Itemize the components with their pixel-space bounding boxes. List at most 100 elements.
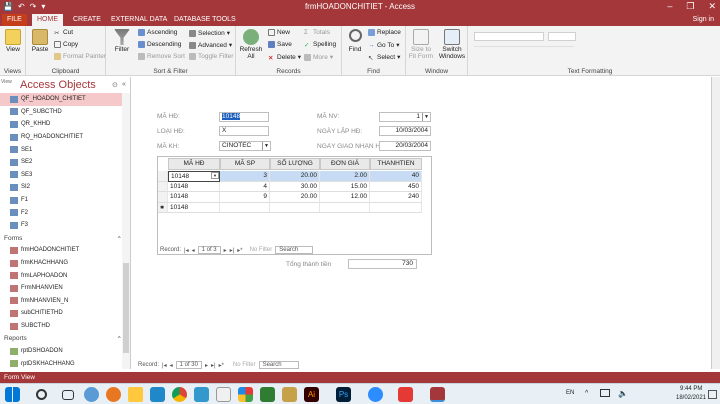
loai-hd-field[interactable]: X xyxy=(219,126,269,136)
col-ma-sp-header[interactable]: MÃ SP xyxy=(220,158,270,170)
nav-item[interactable]: frmLAPHOADON xyxy=(0,269,122,282)
nav-item[interactable]: RQ_HOADONCHITIET xyxy=(0,131,122,144)
select-button[interactable]: ↖ Select ▾ xyxy=(368,53,400,62)
nav-item[interactable]: SE2 xyxy=(0,156,122,169)
col-don-gia-header[interactable]: ĐƠN GIÁ xyxy=(320,158,370,170)
paint-icon[interactable] xyxy=(238,387,253,402)
chevron-down-icon[interactable]: ▼ xyxy=(422,113,430,121)
find-button[interactable]: Find xyxy=(345,29,365,53)
clock-date[interactable]: 18/02/2021 xyxy=(676,395,706,401)
ma-hd-field[interactable]: 10148 xyxy=(219,112,269,122)
next-record-icon[interactable]: ▸ xyxy=(224,247,227,254)
table-cell[interactable]: 450 xyxy=(370,181,422,192)
format-painter-button[interactable]: Format Painter xyxy=(54,53,106,60)
combo-dropdown[interactable]: ▼ xyxy=(168,171,220,181)
tab-home[interactable]: HOME xyxy=(32,14,63,26)
table-cell[interactable]: 10148 xyxy=(168,181,220,192)
font-name-select[interactable] xyxy=(474,32,544,41)
app-icon-yellow[interactable] xyxy=(282,387,297,402)
new-record-icon[interactable]: ▸* xyxy=(237,247,242,254)
col-so-luong-header[interactable]: SỐ LƯỢNG xyxy=(270,158,320,170)
row-selector[interactable] xyxy=(158,181,168,192)
filter-button[interactable]: Filter xyxy=(111,29,133,53)
totals-button[interactable]: Σ Totals xyxy=(304,29,330,36)
photoshop-icon[interactable]: Ps xyxy=(336,387,351,402)
edge-icon[interactable] xyxy=(84,387,99,402)
no-filter-button[interactable]: No Filter xyxy=(233,362,256,368)
tab-create[interactable]: CREATE xyxy=(68,14,106,26)
delete-record-button[interactable]: ✕ Delete ▾ xyxy=(268,53,301,62)
table-cell[interactable] xyxy=(320,202,370,213)
cut-button[interactable]: ✂ Cut xyxy=(54,29,73,37)
last-record-icon[interactable]: ▸| xyxy=(211,362,216,369)
nav-item[interactable]: frmHOADONCHITIET xyxy=(0,244,122,257)
tray-arrow-icon[interactable]: ^ xyxy=(585,390,588,397)
toggle-filter-button[interactable]: Toggle Filter xyxy=(189,53,233,60)
nav-item[interactable]: F2 xyxy=(0,206,122,219)
nav-item[interactable]: QR_KHHD xyxy=(0,118,122,131)
paste-button[interactable]: Paste xyxy=(29,29,51,53)
access-icon[interactable] xyxy=(430,387,445,402)
minimize-button[interactable]: – xyxy=(667,1,672,12)
forms-section-header[interactable]: Forms ⌃ xyxy=(4,235,122,243)
close-button[interactable]: ✕ xyxy=(708,1,716,12)
new-record-icon[interactable]: ▸* xyxy=(219,362,224,369)
refresh-all-button[interactable]: Refresh All xyxy=(238,29,264,60)
table-cell[interactable]: 2.00 xyxy=(320,171,370,182)
table-cell[interactable]: 12.00 xyxy=(320,192,370,203)
row-selector[interactable] xyxy=(158,192,168,203)
nav-item[interactable]: SE3 xyxy=(0,169,122,182)
nav-scrollbar[interactable] xyxy=(122,93,130,369)
ngay-giao-field[interactable]: 20/03/2004 xyxy=(379,141,431,151)
notepad-icon[interactable] xyxy=(216,387,231,402)
clock-time[interactable]: 9:44 PM xyxy=(680,386,702,392)
windows-start-icon[interactable] xyxy=(5,387,20,402)
table-cell[interactable] xyxy=(220,202,270,213)
save-record-button[interactable]: Save xyxy=(268,41,292,48)
col-ma-hd-header[interactable]: MÃ HĐ xyxy=(168,158,220,170)
prev-record-icon[interactable]: ◂ xyxy=(192,247,195,254)
table-cell[interactable]: 40 xyxy=(370,171,422,182)
ascending-button[interactable]: Ascending xyxy=(138,29,177,36)
no-filter-button[interactable]: No Filter xyxy=(250,247,273,253)
firefox-icon[interactable] xyxy=(106,387,121,402)
first-record-icon[interactable]: |◂ xyxy=(162,362,167,369)
table-cell[interactable]: 20.00 xyxy=(270,192,320,203)
network-icon[interactable] xyxy=(600,389,610,397)
table-cell[interactable] xyxy=(370,202,422,213)
table-cell[interactable]: 30.00 xyxy=(270,181,320,192)
table-cell[interactable]: 240 xyxy=(370,192,422,203)
illustrator-icon[interactable]: Ai xyxy=(304,387,319,402)
last-record-icon[interactable]: ▸| xyxy=(230,247,235,254)
nav-item[interactable]: subCHITIETHD xyxy=(0,307,122,320)
vertical-scrollbar[interactable] xyxy=(711,77,720,369)
table-cell[interactable]: 10148 xyxy=(168,192,220,203)
table-cell[interactable]: 4 xyxy=(220,181,270,192)
tab-database-tools[interactable]: DATABASE TOOLS xyxy=(169,14,241,26)
ma-nv-combo[interactable]: 1 ▼ xyxy=(379,112,431,122)
collapse-pane-icon[interactable]: « xyxy=(122,81,126,88)
language-indicator[interactable]: EN xyxy=(566,390,574,396)
zoom-icon[interactable] xyxy=(368,387,383,402)
selection-button[interactable]: Selection ▾ xyxy=(189,29,230,37)
nav-item[interactable]: frmNHANVIEN_N xyxy=(0,295,122,308)
nav-item[interactable]: FrmNHANVIEN xyxy=(0,282,122,295)
next-record-icon[interactable]: ▸ xyxy=(205,362,208,369)
reports-section-header[interactable]: Reports ⌃ xyxy=(4,335,122,343)
search-icon[interactable] xyxy=(36,389,47,400)
record-position-input[interactable]: 1 of 30 xyxy=(175,361,202,369)
sign-in-link[interactable]: Sign in xyxy=(693,16,714,23)
new-row-selector[interactable]: ✱ xyxy=(158,202,168,213)
table-cell[interactable]: 15.00 xyxy=(320,181,370,192)
font-size-select[interactable] xyxy=(548,32,576,41)
notification-icon[interactable] xyxy=(708,390,717,399)
task-view-icon[interactable] xyxy=(62,390,74,400)
ma-kh-combo[interactable]: CINOTEC ▼ xyxy=(219,141,271,151)
search-input[interactable]: Search xyxy=(275,246,314,254)
chevron-down-icon[interactable]: ▼ xyxy=(211,172,219,179)
row-selector[interactable] xyxy=(158,171,168,182)
restore-button[interactable]: ❐ xyxy=(686,1,694,12)
advanced-button[interactable]: Advanced ▾ xyxy=(189,41,232,49)
go-to-button[interactable]: → Go To ▾ xyxy=(368,41,400,50)
ngay-lap-field[interactable]: 10/03/2004 xyxy=(379,126,431,136)
